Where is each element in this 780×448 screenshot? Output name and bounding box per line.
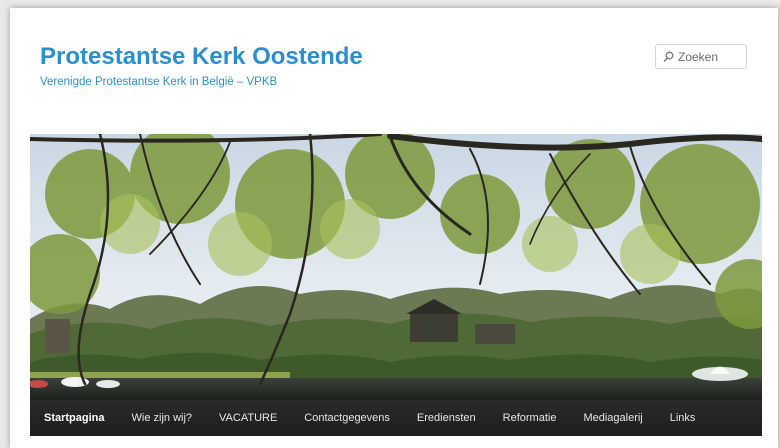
- search-icon: [663, 51, 674, 62]
- nav-item-startpagina[interactable]: Startpagina: [44, 412, 105, 424]
- nav-item-vacature[interactable]: VACATURE: [219, 412, 277, 424]
- nav-item-wie-zijn-wij[interactable]: Wie zijn wij?: [132, 412, 193, 424]
- header-image: [30, 134, 762, 400]
- site-description: Verenigde Protestantse Kerk in België – …: [40, 76, 278, 88]
- nav-item-mediagalerij[interactable]: Mediagalerij: [583, 412, 642, 424]
- nav-item-contactgegevens[interactable]: Contactgegevens: [304, 412, 390, 424]
- nav-item-reformatie[interactable]: Reformatie: [503, 412, 557, 424]
- site-title[interactable]: Protestantse Kerk Oostende: [40, 43, 363, 71]
- nav-item-erediensten[interactable]: Erediensten: [417, 412, 476, 424]
- search-input[interactable]: [678, 49, 742, 64]
- nav-item-links[interactable]: Links: [670, 412, 696, 424]
- main-navigation: Startpagina Wie zijn wij? VACATURE Conta…: [30, 400, 762, 436]
- search-box[interactable]: [655, 44, 747, 69]
- page-container: Protestantse Kerk Oostende Verenigde Pro…: [10, 8, 778, 448]
